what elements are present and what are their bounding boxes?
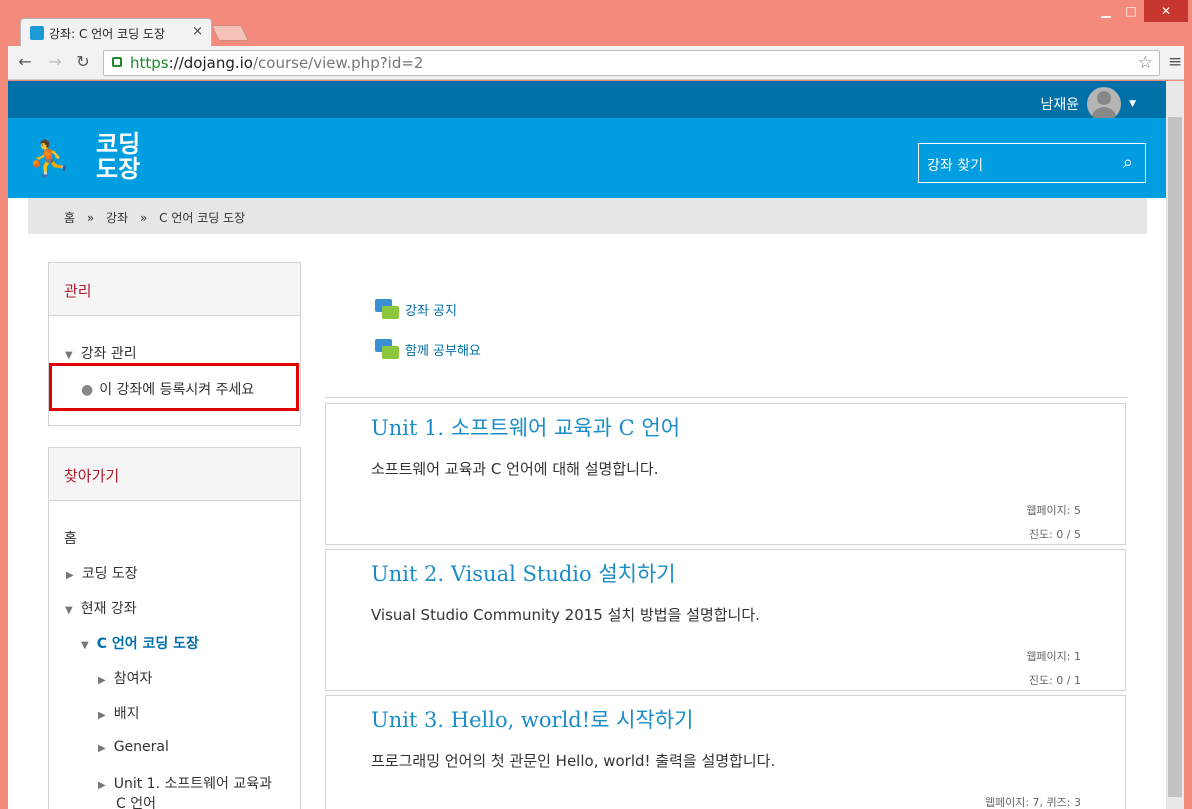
reload-icon[interactable]: ↻ [72, 52, 94, 71]
lock-icon [112, 57, 122, 67]
caret-right-icon: ▶ [98, 710, 106, 721]
bookmark-star-icon[interactable]: ☆ [1138, 51, 1153, 75]
forward-icon[interactable]: → [44, 52, 66, 71]
divider [325, 397, 1128, 398]
scrollbar-thumb[interactable] [1168, 117, 1182, 797]
tab-title: 강좌: C 언어 코딩 도장 [49, 27, 166, 41]
caret-down-icon: ▼ [65, 605, 73, 616]
unit-card: Unit 2. Visual Studio 설치하기 Visual Studio… [325, 549, 1126, 691]
logo-line1: 코딩 [96, 130, 141, 158]
minimize-button[interactable]: ▁ [1094, 0, 1118, 22]
forum-link-announcements[interactable]: 강좌 공지 [375, 299, 457, 319]
caret-right-icon: ▶ [66, 570, 74, 581]
course-search[interactable]: 강좌 찾기 ⌕ [918, 143, 1146, 183]
nav-badges[interactable]: ▶ 배지 [98, 703, 139, 723]
new-tab-button[interactable] [211, 25, 249, 41]
unit-title[interactable]: Unit 1. 소프트웨어 교육과 C 언어 [371, 412, 680, 442]
caret-down-icon: ▼ [65, 350, 73, 361]
unit-title[interactable]: Unit 3. Hello, world!로 시작하기 [371, 704, 693, 734]
navigation-block-title: 찾아가기 [49, 448, 300, 501]
nav-home[interactable]: 홈 [64, 528, 77, 548]
nav-unit1[interactable]: ▶ Unit 1. 소프트웨어 교육과 [98, 773, 272, 793]
forum-icon [375, 299, 399, 319]
vertical-scrollbar[interactable] [1166, 81, 1184, 809]
course-admin-item[interactable]: ▼ 강좌 관리 [65, 343, 137, 363]
forum-link-study[interactable]: 함께 공부해요 [375, 339, 481, 359]
caret-down-icon: ▼ [81, 640, 89, 651]
avatar [1087, 87, 1122, 121]
nav-general[interactable]: ▶ General [98, 739, 169, 755]
unit-description: 소프트웨어 교육과 C 언어에 대해 설명합니다. [371, 460, 659, 478]
caret-right-icon: ▶ [98, 780, 106, 791]
chevron-down-icon: ▼ [1129, 99, 1136, 109]
site-header: ⛹ 코딩 도장 강좌 찾기 ⌕ [8, 118, 1166, 198]
breadcrumb-home[interactable]: 홈 [64, 211, 75, 225]
logo-line2: 도장 [96, 155, 141, 183]
unit-description: 프로그래밍 언어의 첫 관문인 Hello, world! 출력을 설명합니다. [371, 752, 776, 770]
search-placeholder: 강좌 찾기 [927, 158, 983, 174]
unit-description: Visual Studio Community 2015 설치 방법을 설명합니… [371, 606, 760, 624]
tab-close-icon[interactable]: × [192, 24, 203, 39]
search-icon[interactable]: ⌕ [1123, 152, 1133, 173]
browser-toolbar: ← → ↻ https://dojang.io/course/view.php?… [8, 46, 1184, 80]
breadcrumb: 홈 » 강좌 » C 언어 코딩 도장 [28, 198, 1147, 234]
navigation-block: 찾아가기 [48, 447, 301, 809]
unit-stat-pages: 웹페이지: 7, 퀴즈: 3 [984, 796, 1081, 809]
breadcrumb-course[interactable]: C 언어 코딩 도장 [159, 211, 245, 225]
breadcrumb-sep: » [86, 211, 95, 225]
address-bar[interactable]: https://dojang.io/course/view.php?id=2 ☆ [103, 50, 1160, 76]
unit-card: Unit 1. 소프트웨어 교육과 C 언어 소프트웨어 교육과 C 언어에 대… [325, 403, 1126, 545]
breadcrumb-courses[interactable]: 강좌 [106, 211, 128, 225]
maximize-button[interactable]: □ [1119, 0, 1143, 22]
url-text: https://dojang.io/course/view.php?id=2 [130, 54, 424, 72]
window-titlebar: 강좌: C 언어 코딩 도장 × ▁ □ ✕ [0, 0, 1192, 46]
top-navbar: 남재윤 ▼ [8, 81, 1166, 121]
person-figures-icon: ⛹ [28, 139, 71, 179]
nav-current-course[interactable]: ▼ 현재 강좌 [65, 598, 137, 618]
nav-participants[interactable]: ▶ 참여자 [98, 668, 152, 688]
breadcrumb-sep: » [139, 211, 148, 225]
unit-card: Unit 3. Hello, world!로 시작하기 프로그래밍 언어의 첫 … [325, 695, 1126, 809]
browser-tab[interactable]: 강좌: C 언어 코딩 도장 × [20, 18, 212, 46]
user-menu[interactable]: 남재윤 ▼ [1040, 87, 1136, 121]
favicon-icon [30, 26, 44, 40]
nav-coding-dojang[interactable]: ▶ 코딩 도장 [66, 563, 138, 583]
nav-course[interactable]: ▼ C 언어 코딩 도장 [81, 633, 199, 653]
browser-menu-icon[interactable]: ≡ [1168, 52, 1182, 72]
page-viewport: 남재윤 ▼ ⛹ 코딩 도장 강좌 찾기 ⌕ 홈 » 강좌 » C 언어 코딩 도장… [8, 81, 1184, 809]
caret-right-icon: ▶ [98, 675, 106, 686]
close-window-button[interactable]: ✕ [1144, 0, 1188, 22]
unit-stat-pages: 웹페이지: 5 [1026, 504, 1081, 517]
highlight-box [49, 363, 299, 411]
user-name: 남재윤 [1040, 97, 1080, 113]
nav-unit1-line2[interactable]: C 언어 [116, 793, 156, 809]
unit-stat-progress: 진도: 0 / 5 [1028, 528, 1081, 541]
forum-icon [375, 339, 399, 359]
caret-right-icon: ▶ [98, 743, 106, 754]
unit-title[interactable]: Unit 2. Visual Studio 설치하기 [371, 558, 676, 588]
back-icon[interactable]: ← [14, 52, 36, 71]
admin-block-title: 관리 [49, 263, 300, 316]
unit-stat-progress: 진도: 0 / 1 [1028, 674, 1081, 687]
unit-stat-pages: 웹페이지: 1 [1026, 650, 1081, 663]
